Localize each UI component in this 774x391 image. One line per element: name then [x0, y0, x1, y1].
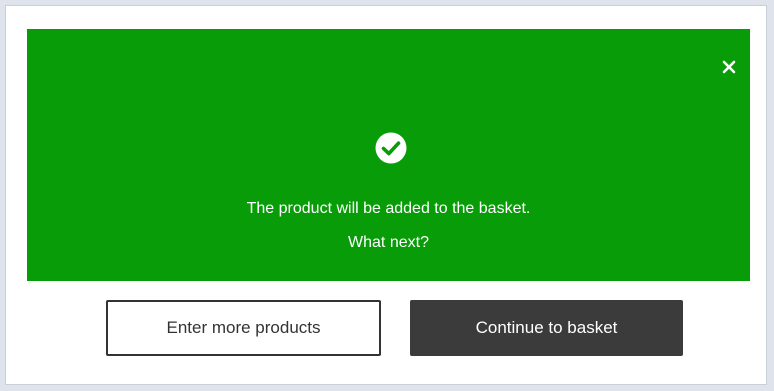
page-frame: The product will be added to the basket.…: [5, 5, 767, 385]
dialog-actions: Enter more products Continue to basket: [6, 300, 766, 356]
close-button[interactable]: [719, 57, 739, 77]
add-to-basket-dialog: The product will be added to the basket.…: [27, 29, 750, 281]
message-line-1: The product will be added to the basket.: [246, 200, 531, 217]
dialog-message: The product will be added to the basket.…: [27, 192, 750, 260]
close-icon: [722, 60, 736, 74]
message-line-2: What next?: [348, 234, 429, 251]
check-circle-icon: [375, 132, 407, 164]
continue-to-basket-button[interactable]: Continue to basket: [410, 300, 683, 356]
enter-more-products-button[interactable]: Enter more products: [106, 300, 381, 356]
